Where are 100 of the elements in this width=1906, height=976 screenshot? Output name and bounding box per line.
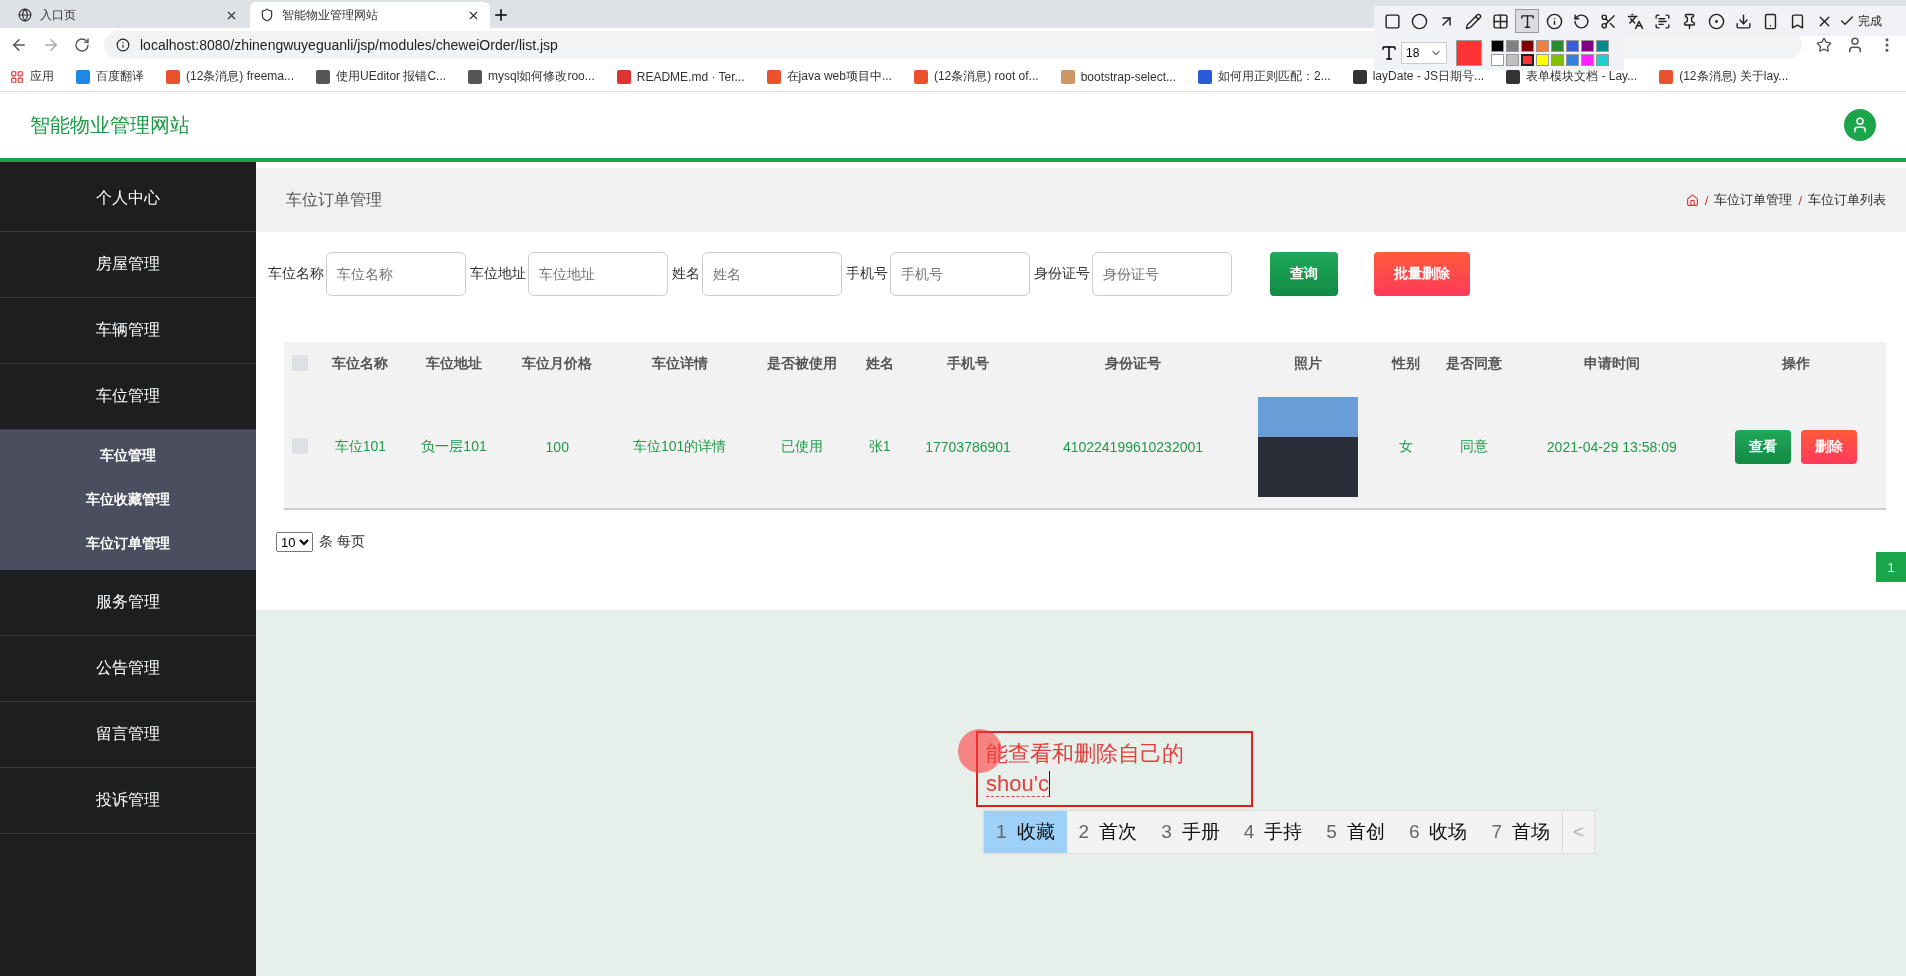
breadcrumb-item[interactable]: 车位订单列表: [1808, 191, 1886, 209]
new-tab-icon[interactable]: [492, 6, 510, 24]
bookmark-link[interactable]: 在java web项目中...: [766, 68, 892, 85]
filter-label: 车位地址: [470, 265, 526, 283]
favicon-icon: [1352, 69, 1367, 84]
site-title: 智能物业管理网站: [30, 112, 190, 138]
color-swatch[interactable]: [1596, 40, 1609, 52]
favicon-icon: [616, 69, 631, 84]
column-header: 手机号: [946, 354, 991, 373]
color-swatch[interactable]: [1551, 54, 1564, 66]
back-icon[interactable]: [10, 36, 28, 54]
favicon-icon: [766, 69, 781, 84]
bookmark-link[interactable]: 百度翻译: [76, 68, 144, 85]
submenu-item[interactable]: 车位收藏管理: [0, 478, 256, 522]
apps-icon: [10, 69, 24, 84]
color-swatch[interactable]: [1506, 40, 1519, 52]
column-header: 申请时间: [1582, 354, 1641, 373]
column-header: 操作: [1781, 354, 1811, 373]
ime-candidate[interactable]: 1 收藏: [984, 811, 1067, 853]
sidebar-item[interactable]: 车辆管理: [0, 298, 256, 364]
browser-tab[interactable]: 智能物业管理网站: [250, 2, 490, 28]
column-header: 身份证号: [1103, 354, 1162, 373]
ime-candidate[interactable]: 2 首次: [1066, 811, 1150, 853]
font-size-icon: [1380, 44, 1398, 62]
color-swatch[interactable]: [1536, 54, 1549, 66]
submenu-item[interactable]: 车位订单管理: [0, 522, 256, 566]
shield-icon: [260, 8, 274, 22]
bookmark-link[interactable]: (12条消息) freema...: [166, 68, 295, 85]
bookmark-link[interactable]: 表单模块文档 - Lay...: [1506, 68, 1638, 85]
column-header: 姓名: [864, 354, 895, 373]
globe-icon: [18, 8, 32, 22]
color-swatch[interactable]: [1506, 54, 1519, 66]
breadcrumb-item[interactable]: 车位订单管理: [1714, 191, 1793, 209]
color-swatch[interactable]: [1581, 54, 1594, 66]
color-swatch[interactable]: [1521, 40, 1534, 52]
bookmark-link[interactable]: mysql如何修改roo...: [468, 68, 595, 85]
table-cell: 已使用: [780, 438, 823, 454]
color-swatch[interactable]: [1491, 54, 1504, 66]
submenu-item[interactable]: 车位管理: [0, 434, 256, 478]
page-size-label: 条 每页: [319, 533, 365, 551]
filter-input[interactable]: 姓名: [702, 252, 842, 296]
bookmark-link[interactable]: 使用UEditor 报错C...: [316, 68, 447, 85]
sidebar-item[interactable]: 服务管理: [0, 570, 256, 636]
profile-icon[interactable]: [1846, 36, 1864, 54]
favicon-icon: [1659, 69, 1674, 84]
color-swatch[interactable]: [1581, 40, 1594, 52]
table-cell: 负一层101: [421, 438, 487, 454]
color-swatch[interactable]: [1551, 40, 1564, 52]
bookmark-link[interactable]: (12条消息) root of...: [913, 68, 1039, 85]
ime-candidate[interactable]: 5 首创: [1314, 811, 1397, 853]
sidebar-item[interactable]: 房屋管理: [0, 232, 256, 298]
search-button[interactable]: 查询: [1270, 252, 1338, 296]
filter-input[interactable]: 手机号: [890, 252, 1030, 296]
bookmark-link[interactable]: README.md · Ter...: [616, 69, 745, 84]
favicon-icon: [1198, 69, 1212, 84]
ime-candidate[interactable]: 7 首场: [1479, 811, 1563, 853]
bookmark-link[interactable]: (12条消息) 关于lay...: [1659, 68, 1789, 85]
color-swatch[interactable]: [1491, 40, 1504, 52]
bookmark-link[interactable]: bootstrap-select...: [1060, 69, 1176, 84]
ime-candidate[interactable]: 6 收场: [1396, 811, 1480, 853]
page-size-select[interactable]: 10: [276, 532, 313, 552]
browser-tab[interactable]: 入口页: [8, 2, 248, 28]
view-button[interactable]: 查看: [1735, 430, 1791, 464]
bookmark-link[interactable]: 如何用正则匹配：2...: [1198, 68, 1331, 85]
filter-label: 身份证号: [1034, 265, 1090, 283]
ime-candidate[interactable]: 3 手册: [1149, 811, 1232, 853]
filter-input[interactable]: 车位名称: [326, 252, 466, 296]
home-icon[interactable]: [1685, 193, 1699, 207]
breadcrumb-separator: /: [1704, 192, 1709, 208]
color-swatch[interactable]: [1566, 40, 1579, 52]
column-header: 车位地址: [425, 354, 484, 373]
favicon-icon: [166, 69, 180, 84]
color-swatch[interactable]: [1521, 54, 1534, 66]
table-cell: 17703786901: [925, 439, 1011, 455]
user-avatar-icon[interactable]: [1844, 109, 1876, 141]
font-size-select[interactable]: 18: [1401, 42, 1447, 64]
favicon-icon: [316, 69, 331, 84]
column-header: 性别: [1390, 354, 1421, 373]
column-header: 是否同意: [1445, 354, 1504, 373]
filter-label: 手机号: [846, 265, 888, 283]
favicon-icon: [76, 69, 90, 84]
table-cell: 车位101的详情: [632, 438, 727, 454]
filter-input[interactable]: 身份证号: [1092, 252, 1232, 296]
color-swatch[interactable]: [1566, 54, 1579, 66]
page-title: 车位订单管理: [286, 189, 382, 210]
bookmark-link[interactable]: 应用: [10, 68, 54, 85]
filter-label: 车位名称: [268, 265, 324, 283]
text-icon[interactable]: [1515, 9, 1539, 33]
star-icon[interactable]: [1816, 37, 1832, 53]
table-cell: 同意: [1460, 438, 1489, 454]
color-swatch[interactable]: [1536, 40, 1549, 52]
reload-icon[interactable]: [74, 37, 90, 53]
table-cell: 410224199610232001: [1062, 439, 1204, 455]
current-color-swatch[interactable]: [1456, 40, 1482, 66]
filter-input[interactable]: 车位地址: [528, 252, 668, 296]
ime-candidate[interactable]: 4 手持: [1231, 811, 1315, 853]
filter-label: 姓名: [672, 265, 700, 283]
color-swatch[interactable]: [1596, 54, 1609, 66]
done-button[interactable]: 完成: [1839, 12, 1882, 30]
bookmark-link[interactable]: layDate - JS日期号...: [1352, 68, 1485, 85]
